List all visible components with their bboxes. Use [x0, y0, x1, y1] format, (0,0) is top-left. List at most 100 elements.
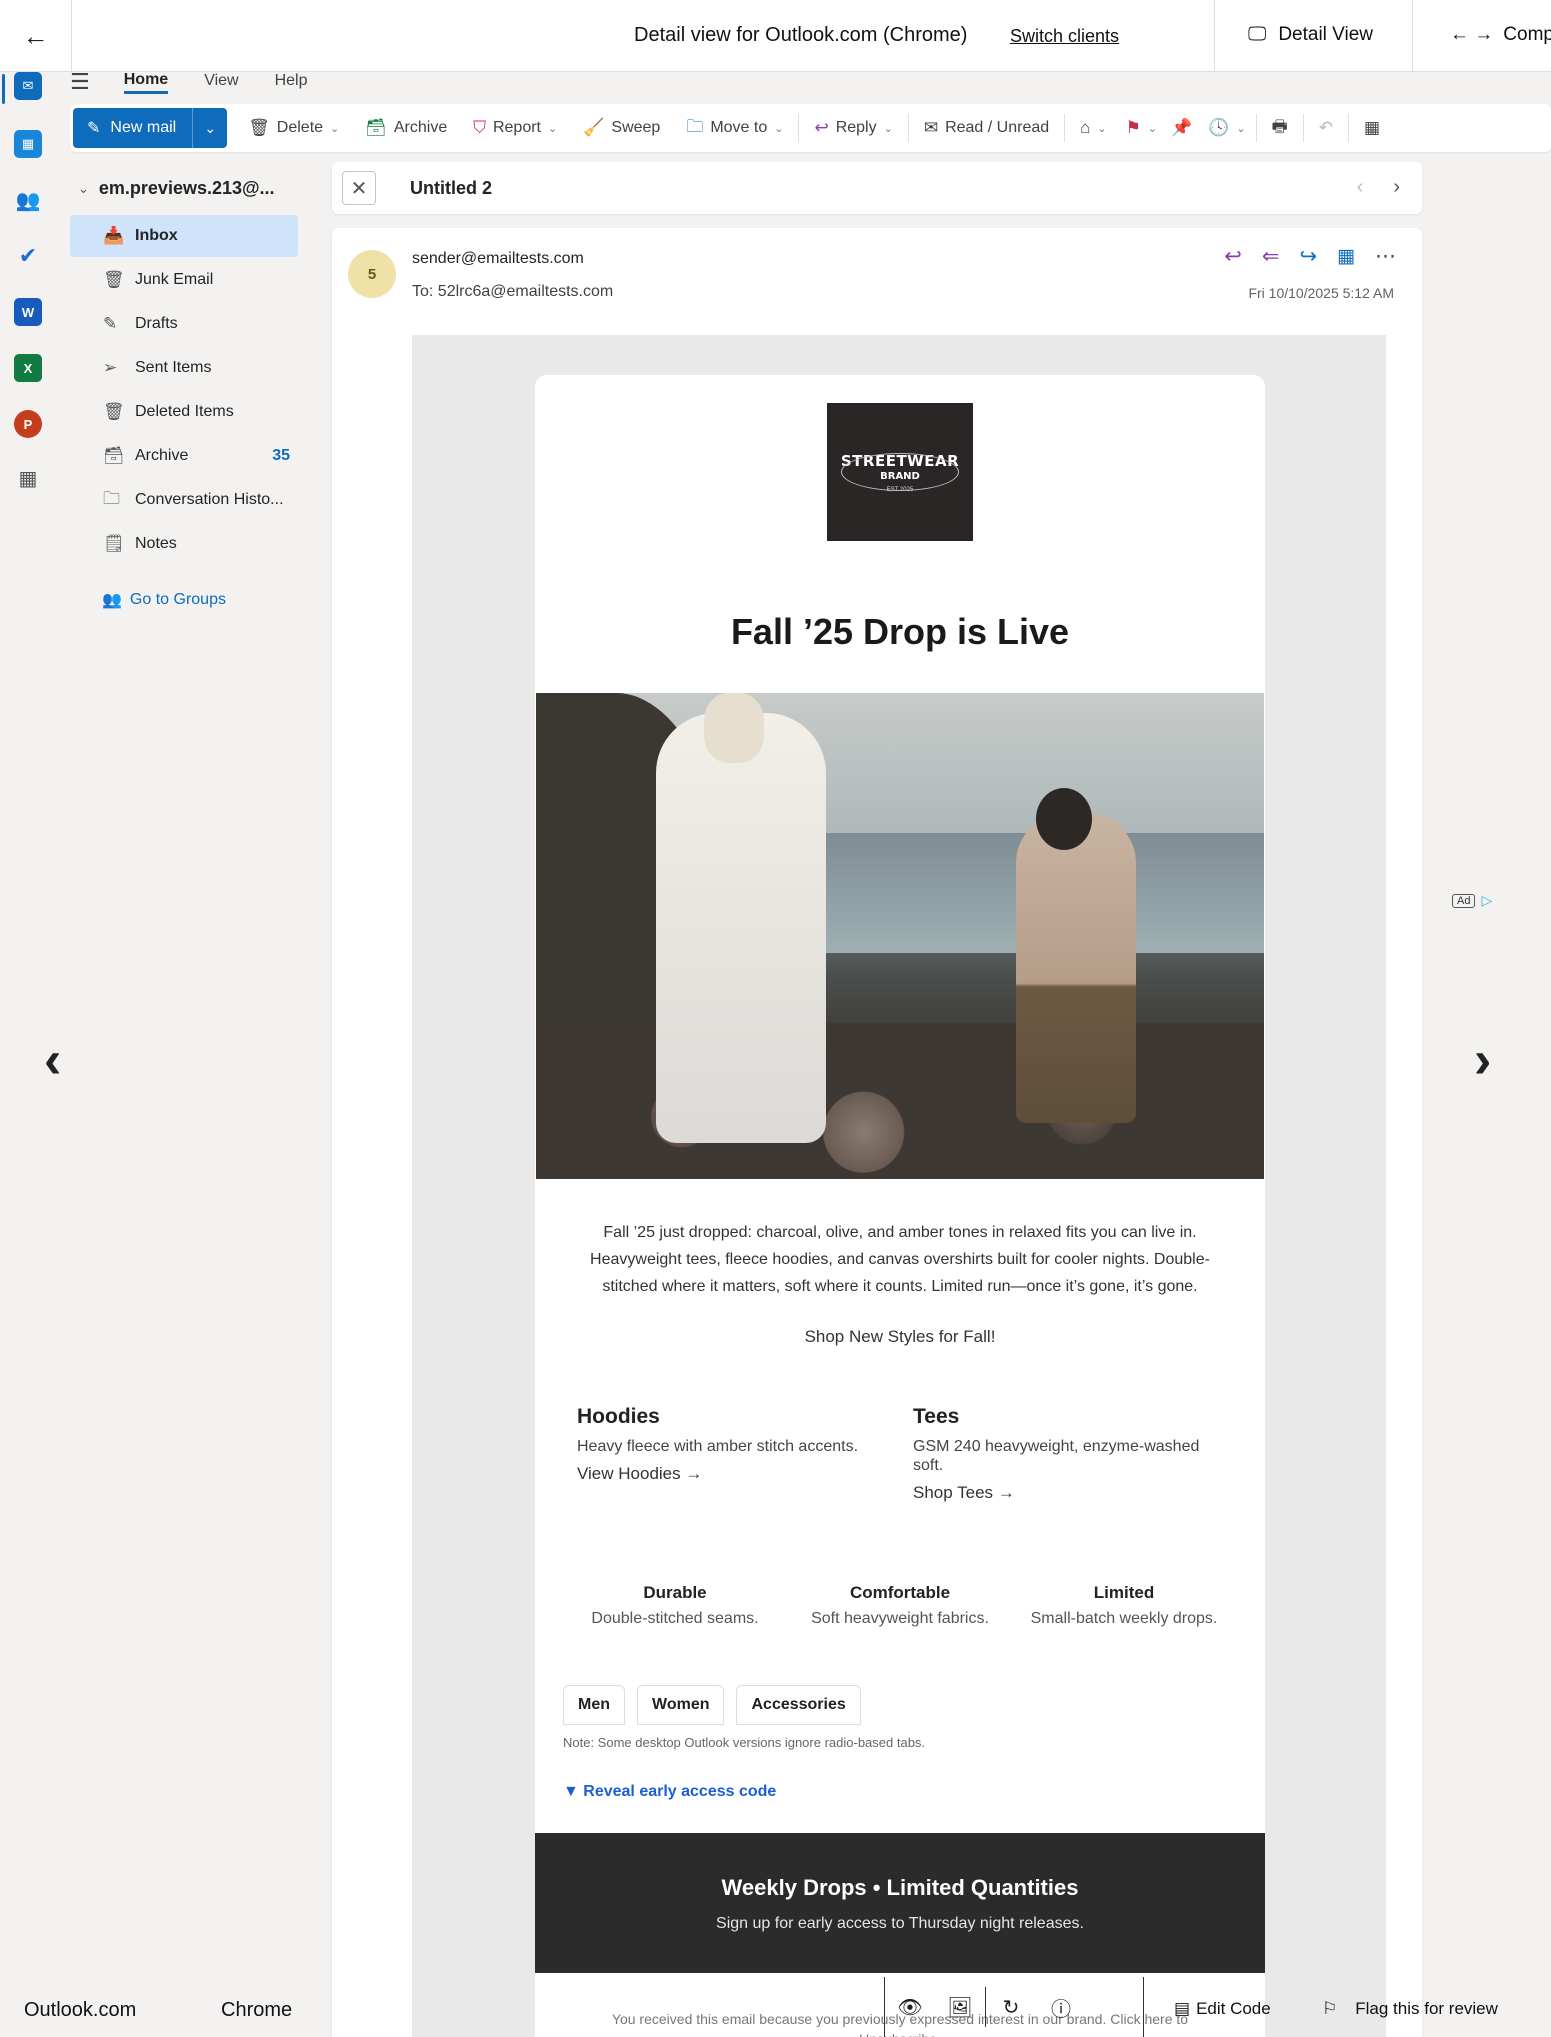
- message-subject: Untitled 2: [410, 178, 493, 198]
- shop-link[interactable]: Shop New Styles for Fall!: [535, 1327, 1265, 1347]
- tab-accessories[interactable]: Accessories: [736, 1685, 861, 1725]
- reply-label: Reply: [835, 119, 877, 136]
- folder-junk-email[interactable]: 🗑 Junk Email: [70, 259, 298, 301]
- feature-limited: Limited Small-batch weekly drops.: [1019, 1583, 1229, 1628]
- printer-icon: 🖶: [1271, 116, 1288, 136]
- hamburger-menu-icon[interactable]: ☰: [70, 69, 90, 95]
- folder-sent-items[interactable]: ➢ Sent Items: [70, 347, 298, 389]
- apps-grid-icon: ▦: [1363, 118, 1381, 137]
- ad-choices[interactable]: Ad ▷: [1452, 892, 1492, 909]
- move-to-label: Move to: [710, 119, 768, 136]
- calendar-app-icon[interactable]: ▦: [14, 130, 42, 158]
- people-app-icon[interactable]: 👥: [14, 186, 42, 214]
- divider: [1255, 114, 1257, 142]
- banner-title: Weekly Drops • Limited Quantities: [721, 1875, 1079, 1900]
- divider: [1412, 0, 1413, 72]
- refresh-icon[interactable]: ↻: [986, 1995, 1036, 2020]
- bottom-bar: Outlook.com Chrome 👁 🖼 ↻ ⓘ ▤ Edit Code ⚐…: [0, 1977, 1551, 2037]
- image-icon[interactable]: 🖼: [935, 1995, 985, 2020]
- chevron-down-icon[interactable]: ⌄: [1097, 122, 1106, 135]
- snooze-button[interactable]: 🕓 ⌄: [1200, 108, 1253, 148]
- previous-client-arrow-icon[interactable]: ‹: [44, 1030, 61, 1090]
- mail-app-icon[interactable]: ✉: [14, 72, 42, 100]
- chevron-down-icon[interactable]: ⌄: [548, 122, 557, 135]
- apps-grid-icon[interactable]: ▦: [1337, 245, 1355, 268]
- reply-all-icon[interactable]: ⇐: [1262, 244, 1280, 269]
- shield-icon: ⛉: [473, 118, 486, 137]
- next-message-icon[interactable]: ›: [1393, 176, 1400, 199]
- sender-address[interactable]: sender@emailtests.com: [412, 250, 584, 268]
- todo-app-icon[interactable]: ✔: [14, 242, 42, 270]
- more-options-icon[interactable]: ⋯: [1375, 244, 1396, 269]
- reveal-early-access-toggle[interactable]: ▼ Reveal early access code: [563, 1783, 776, 1801]
- undo-button[interactable]: ↶: [1306, 108, 1346, 148]
- pin-button[interactable]: 📌: [1163, 108, 1200, 148]
- adchoices-icon: ▷: [1481, 892, 1493, 908]
- word-app-icon[interactable]: W: [14, 298, 42, 326]
- next-client-arrow-icon[interactable]: ›: [1474, 1030, 1491, 1090]
- reply-button[interactable]: ↩ Reply ⌄: [801, 108, 905, 148]
- hero-person-head: [704, 693, 764, 763]
- back-arrow-icon[interactable]: ←: [0, 0, 72, 72]
- email-body-text: Fall ’25 just dropped: charcoal, olive, …: [590, 1224, 1210, 1295]
- apps-button[interactable]: ▦: [1351, 108, 1393, 148]
- inbox-icon: 📥: [103, 226, 125, 245]
- go-to-groups-link[interactable]: 👥 Go to Groups: [102, 590, 226, 610]
- folder-notes[interactable]: 🗒 Notes: [70, 523, 298, 565]
- edit-code-label: Edit Code: [1196, 1999, 1271, 2018]
- chevron-down-icon[interactable]: ⌄: [1236, 122, 1245, 135]
- folder-label: Notes: [135, 535, 177, 552]
- account-header[interactable]: ⌄ em.previews.213@...: [78, 178, 275, 199]
- sweep-button[interactable]: 🧹 Sweep: [570, 108, 673, 148]
- info-icon[interactable]: ⓘ: [1036, 1993, 1086, 2022]
- hero-person-beige-hoodie: [1016, 813, 1136, 1123]
- tab-home[interactable]: Home: [123, 71, 169, 94]
- undo-icon: ↶: [1318, 118, 1333, 137]
- categorize-button[interactable]: ⌂ ⌄: [1067, 108, 1120, 148]
- new-mail-main[interactable]: ✎ New mail: [73, 108, 194, 148]
- edit-code-button[interactable]: ▤ Edit Code: [1174, 1999, 1271, 2019]
- feature-title: Durable: [643, 1583, 707, 1602]
- chevron-down-icon[interactable]: ⌄: [774, 122, 783, 135]
- new-mail-button[interactable]: ✎ New mail ⌄: [73, 108, 228, 148]
- close-icon[interactable]: ✕: [342, 171, 376, 205]
- folder-inbox[interactable]: 📥 Inbox: [70, 215, 298, 257]
- eye-icon[interactable]: 👁: [885, 1995, 935, 2020]
- detail-view-label: Detail View: [1278, 24, 1374, 45]
- pin-icon: 📌: [1171, 118, 1193, 137]
- folder-drafts[interactable]: ✎ Drafts: [70, 303, 298, 345]
- reply-icon[interactable]: ↩: [1224, 244, 1242, 269]
- previous-message-icon[interactable]: ‹: [1357, 176, 1364, 199]
- folder-conversation-history[interactable]: 🗀 Conversation Histo...: [70, 479, 298, 521]
- flag-for-review-button[interactable]: ⚐ Flag this for review: [1322, 1999, 1498, 2019]
- compare-button[interactable]: ← → Comp: [1450, 24, 1551, 46]
- tab-view[interactable]: View: [204, 72, 238, 92]
- powerpoint-app-icon[interactable]: P: [14, 410, 42, 438]
- forward-icon[interactable]: ↪: [1299, 244, 1317, 269]
- folder-archive[interactable]: 🗃 Archive 35: [70, 435, 298, 477]
- tab-women[interactable]: Women: [637, 1685, 725, 1725]
- detail-view-button[interactable]: 🖵 Detail View: [1248, 24, 1373, 46]
- report-button[interactable]: ⛉ Report ⌄: [460, 108, 570, 148]
- shop-tees-link[interactable]: Shop Tees →: [913, 1483, 1213, 1503]
- move-to-button[interactable]: 🗀 Move to ⌄: [673, 108, 796, 148]
- archive-button[interactable]: 🗃 Archive: [352, 108, 460, 148]
- more-apps-icon[interactable]: ▦: [14, 464, 42, 492]
- chevron-down-icon[interactable]: ⌄: [330, 122, 339, 135]
- switch-clients-link[interactable]: Switch clients: [1010, 26, 1119, 47]
- tees-column: Tees GSM 240 heavyweight, enzyme-washed …: [913, 1405, 1213, 1503]
- chevron-down-icon[interactable]: ⌄: [1148, 122, 1157, 135]
- tab-men[interactable]: Men: [563, 1685, 625, 1725]
- view-hoodies-link[interactable]: View Hoodies →: [577, 1464, 877, 1484]
- hero-rocks: [536, 1023, 1264, 1179]
- print-button[interactable]: 🖶: [1259, 108, 1301, 148]
- folder-deleted-items[interactable]: 🗑 Deleted Items: [70, 391, 298, 433]
- excel-app-icon[interactable]: X: [14, 354, 42, 382]
- tab-help[interactable]: Help: [275, 72, 308, 92]
- delete-button[interactable]: 🗑 Delete ⌄: [235, 108, 352, 148]
- read-unread-button[interactable]: ✉ Read / Unread: [911, 108, 1062, 148]
- subject-bar: ✕ Untitled 2 ‹ ›: [332, 162, 1422, 214]
- new-mail-dropdown[interactable]: ⌄: [193, 108, 227, 148]
- chevron-down-icon[interactable]: ⌄: [884, 122, 893, 135]
- flag-button[interactable]: ⚑ ⌄: [1120, 108, 1163, 148]
